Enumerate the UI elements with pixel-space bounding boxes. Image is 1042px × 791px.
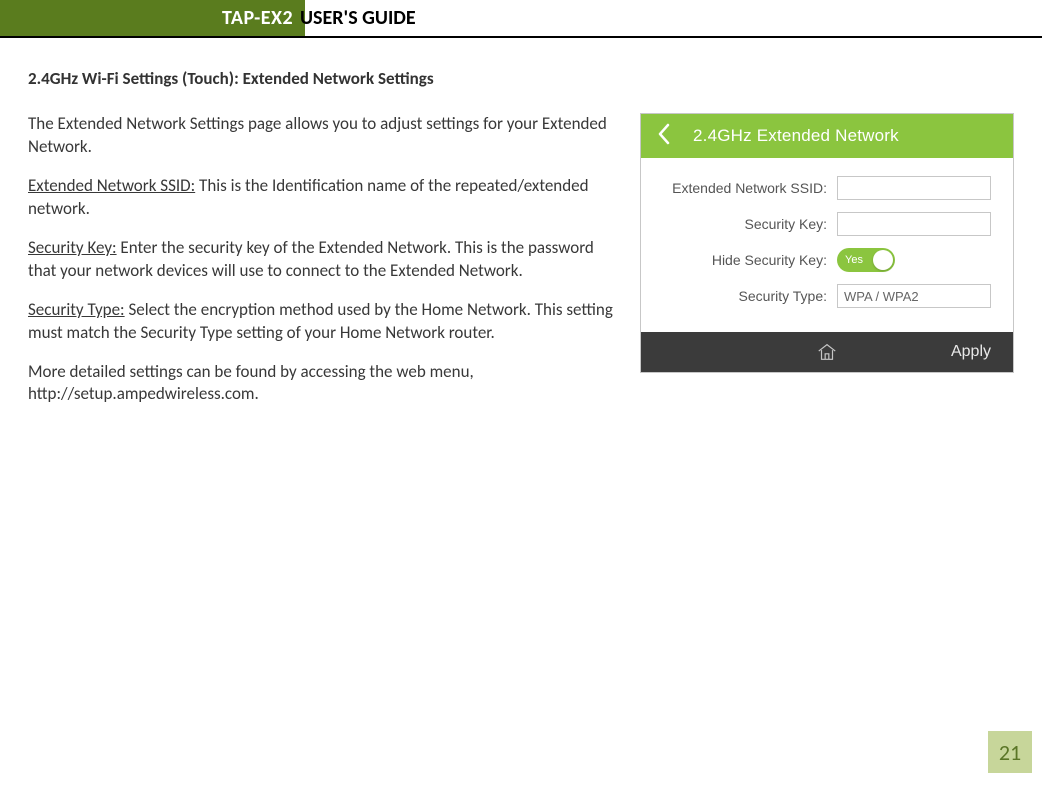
form-row-security-type: Security Type: WPA / WPA2 (657, 284, 997, 308)
touch-panel-header: 2.4GHz Extended Network (641, 114, 1013, 158)
ssid-term: Extended Network SSID: (28, 175, 195, 196)
apply-button[interactable]: Apply (951, 343, 1013, 361)
doc-header: TAP-EX2 USER'S GUIDE (0, 0, 1042, 38)
security-type-value: WPA / WPA2 (844, 289, 919, 304)
toggle-knob (873, 250, 893, 270)
form-row-hide-key: Hide Security Key: Yes (657, 248, 997, 272)
home-icon[interactable] (816, 341, 838, 363)
seckey-term: Security Key: (28, 237, 117, 258)
ssid-input[interactable] (837, 176, 991, 200)
security-key-input[interactable] (837, 212, 991, 236)
form-row-security-key: Security Key: (657, 212, 997, 236)
back-button[interactable] (641, 114, 687, 158)
sectype-term: Security Type: (28, 299, 125, 320)
chevron-left-icon (657, 123, 671, 150)
touch-panel-footer: Apply (641, 332, 1013, 372)
product-tag: TAP-EX2 (210, 0, 305, 36)
toggle-yes-label: Yes (837, 254, 863, 266)
hide-key-toggle[interactable]: Yes (837, 248, 895, 272)
security-key-label: Security Key: (657, 216, 837, 232)
hide-key-label: Hide Security Key: (657, 252, 837, 268)
ssid-label: Extended Network SSID: (657, 180, 837, 196)
form-row-ssid: Extended Network SSID: (657, 176, 997, 200)
touch-panel-body: Extended Network SSID: Security Key: Hid… (641, 158, 1013, 332)
security-type-select[interactable]: WPA / WPA2 (837, 284, 991, 308)
section-heading: 2.4GHz Wi-Fi Settings (Touch): Extended … (28, 68, 1014, 89)
touch-panel-title: 2.4GHz Extended Network (687, 126, 1013, 146)
page-number: 21 (988, 731, 1032, 773)
security-type-label: Security Type: (657, 288, 837, 304)
touch-panel-screenshot: 2.4GHz Extended Network Extended Network… (640, 113, 1014, 373)
doc-title: USER'S GUIDE (300, 0, 416, 36)
